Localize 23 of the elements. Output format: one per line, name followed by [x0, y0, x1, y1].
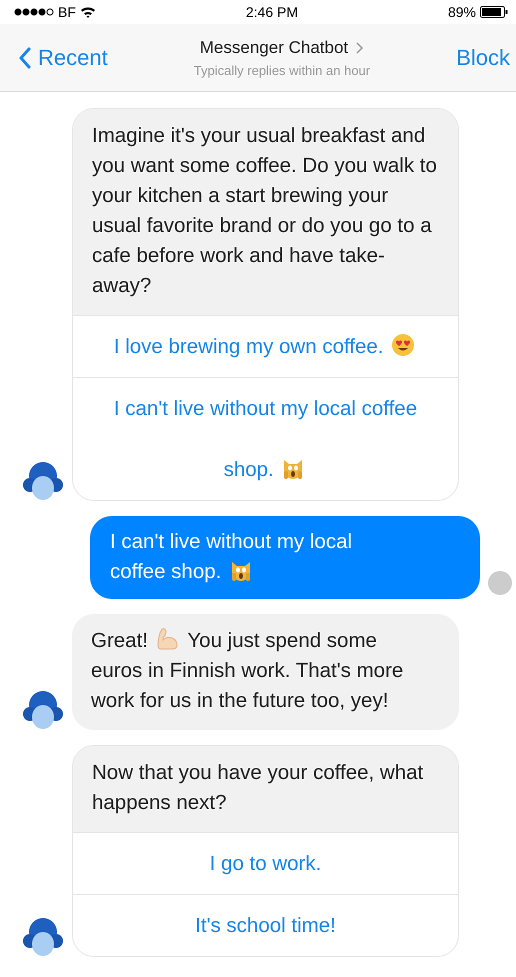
wifi-icon — [80, 5, 96, 19]
carrier-name: BF — [58, 2, 76, 22]
message-text: coffee shop. — [110, 559, 222, 585]
chevron-right-icon — [356, 42, 364, 54]
flexed-arm-emoji-icon — [156, 627, 180, 651]
message-text: euros in Finnish work. That's more work for us in the future too, yey! — [91, 658, 404, 714]
quick-reply-button[interactable]: It's school time! — [73, 894, 458, 956]
clock-time: 2:46 PM — [246, 2, 298, 22]
battery-icon — [480, 6, 508, 18]
heart-eyes-emoji-icon — [391, 333, 416, 357]
back-chevron-icon — [18, 46, 32, 68]
back-button[interactable]: Recent — [18, 41, 108, 74]
quick-reply-button[interactable]: I can't live without my local coffee shop. — [73, 377, 458, 500]
signal-icon — [14, 7, 54, 17]
block-button[interactable]: Block — [456, 41, 510, 74]
chat-title: Messenger Chatbot — [200, 37, 348, 59]
message-text: I can't live without my local — [110, 529, 352, 555]
battery-percent: 89% — [448, 2, 476, 22]
message-text: Now that you have your coffee, what happens next? — [92, 761, 424, 814]
message-text: Great! — [91, 628, 148, 654]
message-text: You just spend some — [187, 628, 377, 654]
chat-subtitle: Typically replies within an hour — [194, 62, 370, 80]
message-text: Imagine it's your usual breakfast and you want some coffee. Do you walk to your kitchen a start brewing your usual favorite brand or do you go to a cafe before work and have take-away? — [92, 124, 437, 297]
